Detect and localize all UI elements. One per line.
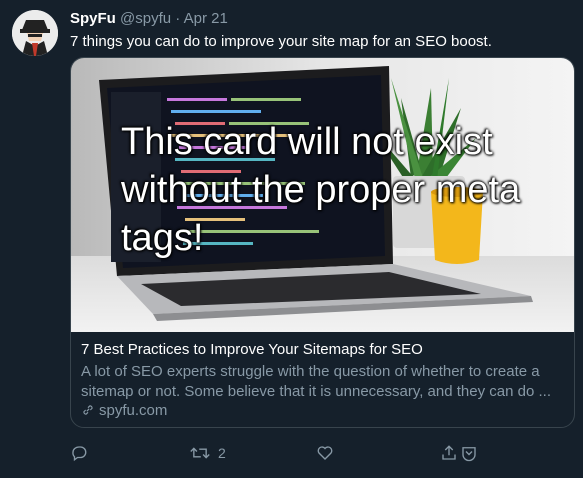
card-image: This card will not exist without the pro…	[71, 58, 574, 332]
image-overlay-text: This card will not exist without the pro…	[121, 121, 521, 259]
heart-icon	[317, 446, 333, 460]
retweet-count: 2	[218, 445, 226, 461]
tweet-text: 7 things you can do to improve your site…	[70, 33, 492, 50]
avatar[interactable]	[12, 10, 58, 56]
retweet-button[interactable]: 2	[190, 444, 226, 462]
reply-button[interactable]	[70, 444, 88, 462]
tweet-date[interactable]: Apr 21	[184, 10, 228, 27]
link-card[interactable]: This card will not exist without the pro…	[70, 57, 575, 428]
card-domain-text: spyfu.com	[99, 402, 168, 419]
card-title[interactable]: 7 Best Practices to Improve Your Sitemap…	[81, 341, 423, 358]
link-icon	[81, 402, 95, 419]
tweet-header: SpyFu @spyfu · Apr 21	[70, 10, 228, 27]
share-button[interactable]	[440, 444, 458, 462]
reply-icon	[72, 446, 87, 462]
tweet-actions: 2	[0, 440, 583, 470]
card-description: A lot of SEO experts struggle with the q…	[81, 363, 551, 400]
author-name[interactable]: SpyFu	[70, 10, 116, 27]
dm-share-icon	[462, 447, 476, 462]
card-domain[interactable]: spyfu.com	[81, 402, 167, 419]
separator: ·	[175, 10, 181, 27]
like-button[interactable]	[316, 444, 334, 462]
spyfu-logo-icon	[12, 10, 58, 56]
author-handle[interactable]: @spyfu	[120, 10, 171, 27]
retweet-icon	[190, 447, 210, 459]
bookmark-share-button[interactable]	[460, 444, 478, 462]
share-icon	[442, 445, 456, 460]
